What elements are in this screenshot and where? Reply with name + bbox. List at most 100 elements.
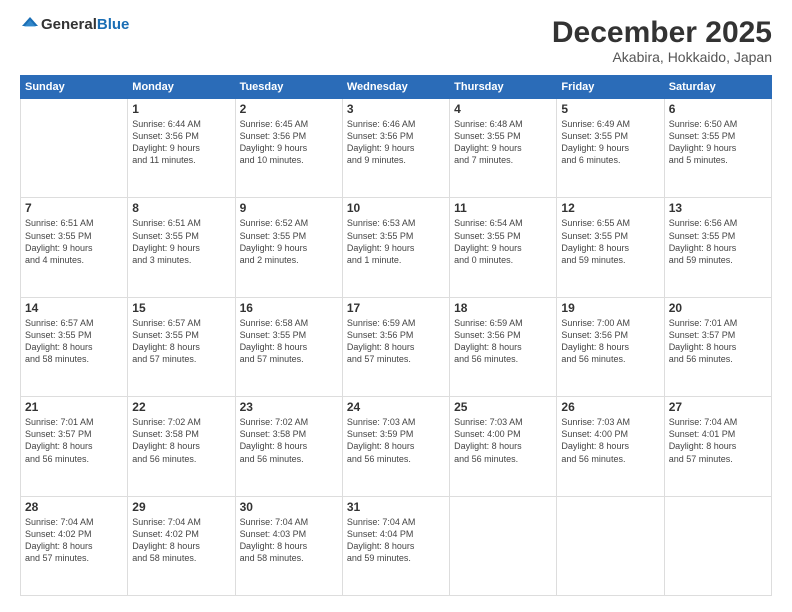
day-info: Sunrise: 6:55 AM Sunset: 3:55 PM Dayligh… (561, 217, 659, 266)
table-row: 4 Sunrise: 6:48 AM Sunset: 3:55 PM Daylig… (450, 99, 557, 198)
table-row: 3Sunrise: 6:46 AM Sunset: 3:56 PM Daylig… (342, 99, 449, 198)
table-row: 2 Sunrise: 6:45 AM Sunset: 3:56 PM Daylig… (235, 99, 342, 198)
table-row (21, 99, 128, 198)
day-info: Sunrise: 6:51 AM Sunset: 3:55 PM Dayligh… (132, 217, 230, 266)
logo-blue: Blue (97, 16, 130, 33)
logo-text: GeneralBlue (41, 16, 129, 34)
day-number: 21 (25, 400, 123, 414)
table-row: 11 Sunrise: 6:54 AM Sunset: 3:55 PM Dayli… (450, 198, 557, 297)
day-info: Sunrise: 7:01 AM Sunset: 3:57 PM Dayligh… (25, 416, 123, 465)
table-row: 7 Sunrise: 6:51 AM Sunset: 3:55 PM Daylig… (21, 198, 128, 297)
table-row: 8Sunrise: 6:51 AM Sunset: 3:55 PM Daylig… (128, 198, 235, 297)
day-number: 31 (347, 500, 445, 514)
calendar-week-row: 14 Sunrise: 6:57 AM Sunset: 3:55 PM Dayli… (21, 297, 772, 396)
calendar-week-row: 21 Sunrise: 7:01 AM Sunset: 3:57 PM Dayli… (21, 397, 772, 496)
table-row: 31 Sunrise: 7:04 AM Sunset: 4:04 PM Dayli… (342, 496, 449, 595)
day-number: 1 (132, 102, 230, 116)
day-info: Sunrise: 6:59 AM Sunset: 3:56 PM Dayligh… (454, 317, 552, 366)
table-row: 23 Sunrise: 7:02 AM Sunset: 3:58 PM Dayli… (235, 397, 342, 496)
day-info: Sunrise: 7:01 AM Sunset: 3:57 PM Dayligh… (669, 317, 767, 366)
day-info: Sunrise: 6:58 AM Sunset: 3:55 PM Dayligh… (240, 317, 338, 366)
day-number: 23 (240, 400, 338, 414)
day-number: 4 (454, 102, 552, 116)
day-number: 7 (25, 201, 123, 215)
table-row: 12 Sunrise: 6:55 AM Sunset: 3:55 PM Dayli… (557, 198, 664, 297)
table-row: 15 Sunrise: 6:57 AM Sunset: 3:55 PM Dayli… (128, 297, 235, 396)
header-saturday: Saturday (664, 76, 771, 99)
logo: GeneralBlue (20, 16, 129, 34)
day-info: Sunrise: 7:00 AM Sunset: 3:56 PM Dayligh… (561, 317, 659, 366)
day-number: 5 (561, 102, 659, 116)
day-number: 22 (132, 400, 230, 414)
table-row: 14Sunrise: 6:57 AM Sunset: 3:55 PM Dayli… (21, 297, 128, 396)
table-row: 28 Sunrise: 7:04 AM Sunset: 4:02 PM Dayli… (21, 496, 128, 595)
table-row: 24Sunrise: 7:03 AM Sunset: 3:59 PM Dayli… (342, 397, 449, 496)
day-number: 11 (454, 201, 552, 215)
day-info: Sunrise: 6:51 AM Sunset: 3:55 PM Dayligh… (25, 217, 123, 266)
calendar-week-row: 7 Sunrise: 6:51 AM Sunset: 3:55 PM Daylig… (21, 198, 772, 297)
header-thursday: Thursday (450, 76, 557, 99)
day-number: 13 (669, 201, 767, 215)
day-number: 10 (347, 201, 445, 215)
day-info: Sunrise: 6:52 AM Sunset: 3:55 PM Dayligh… (240, 217, 338, 266)
header-wednesday: Wednesday (342, 76, 449, 99)
page: GeneralBlue December 2025 Akabira, Hokka… (0, 0, 792, 612)
day-info: Sunrise: 7:04 AM Sunset: 4:04 PM Dayligh… (347, 516, 445, 565)
day-info: Sunrise: 7:03 AM Sunset: 4:00 PM Dayligh… (454, 416, 552, 465)
day-info: Sunrise: 7:04 AM Sunset: 4:03 PM Dayligh… (240, 516, 338, 565)
table-row: 5 Sunrise: 6:49 AM Sunset: 3:55 PM Daylig… (557, 99, 664, 198)
day-number: 17 (347, 301, 445, 315)
day-number: 28 (25, 500, 123, 514)
day-info: Sunrise: 7:02 AM Sunset: 3:58 PM Dayligh… (132, 416, 230, 465)
location: Akabira, Hokkaido, Japan (552, 49, 772, 65)
table-row: 18 Sunrise: 6:59 AM Sunset: 3:56 PM Dayli… (450, 297, 557, 396)
table-row (664, 496, 771, 595)
header-monday: Monday (128, 76, 235, 99)
day-number: 24 (347, 400, 445, 414)
header-friday: Friday (557, 76, 664, 99)
day-number: 15 (132, 301, 230, 315)
day-number: 27 (669, 400, 767, 414)
day-number: 30 (240, 500, 338, 514)
logo-general: General (41, 16, 97, 33)
day-number: 14 (25, 301, 123, 315)
table-row: 6Sunrise: 6:50 AM Sunset: 3:55 PM Daylig… (664, 99, 771, 198)
table-row: 9 Sunrise: 6:52 AM Sunset: 3:55 PM Daylig… (235, 198, 342, 297)
table-row: 21 Sunrise: 7:01 AM Sunset: 3:57 PM Dayli… (21, 397, 128, 496)
day-info: Sunrise: 6:45 AM Sunset: 3:56 PM Dayligh… (240, 118, 338, 167)
calendar-header-row: Sunday Monday Tuesday Wednesday Thursday… (21, 76, 772, 99)
day-info: Sunrise: 6:49 AM Sunset: 3:55 PM Dayligh… (561, 118, 659, 167)
day-number: 29 (132, 500, 230, 514)
table-row: 25Sunrise: 7:03 AM Sunset: 4:00 PM Dayli… (450, 397, 557, 496)
day-number: 9 (240, 201, 338, 215)
table-row: 27 Sunrise: 7:04 AM Sunset: 4:01 PM Dayli… (664, 397, 771, 496)
table-row: 16 Sunrise: 6:58 AM Sunset: 3:55 PM Dayli… (235, 297, 342, 396)
logo-icon (21, 16, 39, 34)
table-row: 17Sunrise: 6:59 AM Sunset: 3:56 PM Dayli… (342, 297, 449, 396)
table-row: 22 Sunrise: 7:02 AM Sunset: 3:58 PM Dayli… (128, 397, 235, 496)
day-info: Sunrise: 7:02 AM Sunset: 3:58 PM Dayligh… (240, 416, 338, 465)
day-number: 12 (561, 201, 659, 215)
day-number: 16 (240, 301, 338, 315)
day-info: Sunrise: 6:56 AM Sunset: 3:55 PM Dayligh… (669, 217, 767, 266)
day-number: 20 (669, 301, 767, 315)
calendar-week-row: 1 Sunrise: 6:44 AM Sunset: 3:56 PM Daylig… (21, 99, 772, 198)
day-info: Sunrise: 7:04 AM Sunset: 4:01 PM Dayligh… (669, 416, 767, 465)
day-info: Sunrise: 6:54 AM Sunset: 3:55 PM Dayligh… (454, 217, 552, 266)
table-row: 1 Sunrise: 6:44 AM Sunset: 3:56 PM Daylig… (128, 99, 235, 198)
day-info: Sunrise: 7:03 AM Sunset: 4:00 PM Dayligh… (561, 416, 659, 465)
day-number: 6 (669, 102, 767, 116)
table-row: 10 Sunrise: 6:53 AM Sunset: 3:55 PM Dayli… (342, 198, 449, 297)
day-number: 2 (240, 102, 338, 116)
day-info: Sunrise: 7:04 AM Sunset: 4:02 PM Dayligh… (132, 516, 230, 565)
day-info: Sunrise: 6:57 AM Sunset: 3:55 PM Dayligh… (132, 317, 230, 366)
day-info: Sunrise: 6:44 AM Sunset: 3:56 PM Dayligh… (132, 118, 230, 167)
day-info: Sunrise: 6:48 AM Sunset: 3:55 PM Dayligh… (454, 118, 552, 167)
table-row: 26 Sunrise: 7:03 AM Sunset: 4:00 PM Dayli… (557, 397, 664, 496)
day-number: 26 (561, 400, 659, 414)
header-sunday: Sunday (21, 76, 128, 99)
day-info: Sunrise: 7:04 AM Sunset: 4:02 PM Dayligh… (25, 516, 123, 565)
day-number: 18 (454, 301, 552, 315)
day-number: 19 (561, 301, 659, 315)
day-info: Sunrise: 6:53 AM Sunset: 3:55 PM Dayligh… (347, 217, 445, 266)
